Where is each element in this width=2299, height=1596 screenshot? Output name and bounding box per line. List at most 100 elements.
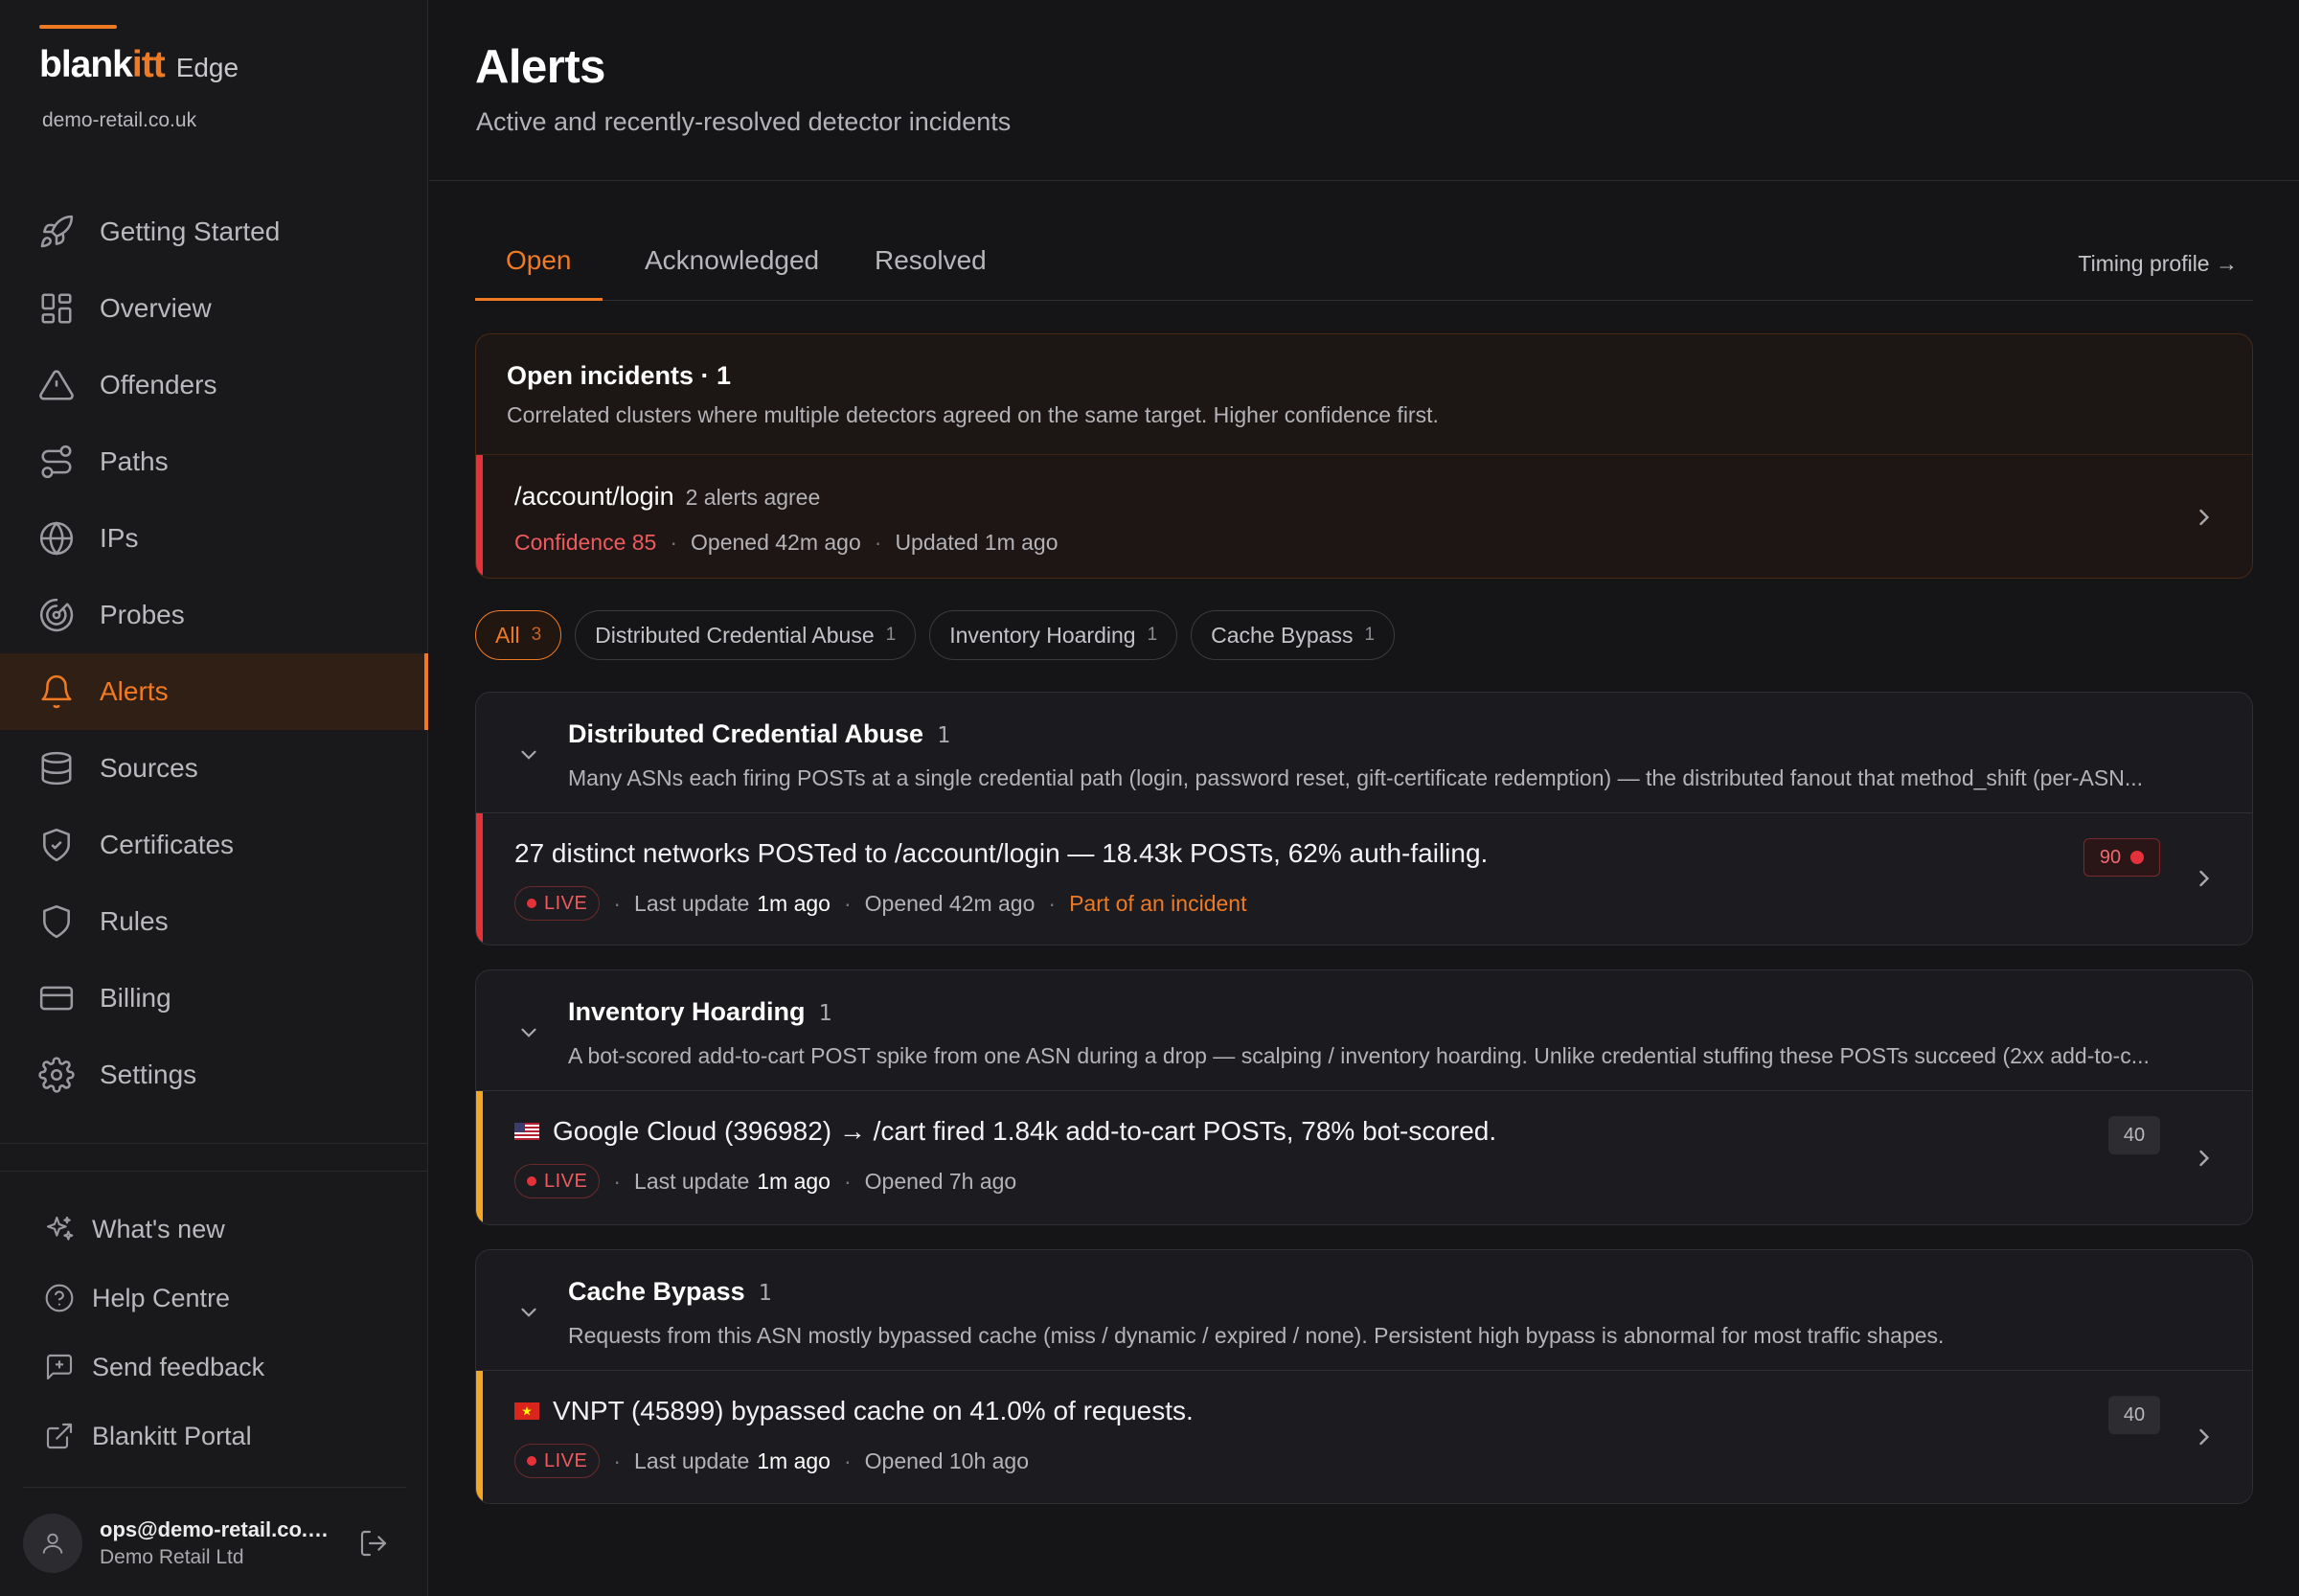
nav-item-ips[interactable]: IPs xyxy=(0,500,428,577)
group-title: Inventory Hoarding 1 xyxy=(568,997,832,1026)
nav-label: Billing xyxy=(100,983,171,1013)
chevron-right-icon[interactable] xyxy=(2191,1145,2218,1172)
filter-chip-all[interactable]: All 3 xyxy=(475,610,562,660)
group-description: Many ASNs each firing POSTs at a single … xyxy=(568,765,2144,790)
sidebar-divider xyxy=(23,1487,406,1488)
filter-chip-cache-bypass[interactable]: Cache Bypass 1 xyxy=(1191,610,1396,660)
alert-row[interactable]: 27 distinct networks POSTed to /account/… xyxy=(476,813,2252,944)
alert-row[interactable]: VNPT (45899) bypassed cache on 41.0% of … xyxy=(476,1371,2252,1503)
incident-confidence: Confidence 85 xyxy=(514,530,657,555)
nav-item-getting-started[interactable]: Getting Started xyxy=(0,194,428,270)
nav-item-billing[interactable]: Billing xyxy=(0,960,428,1037)
bell-icon xyxy=(41,674,72,709)
last-update-label: Last update xyxy=(634,1448,750,1473)
nav-item-settings[interactable]: Settings xyxy=(0,1037,428,1113)
last-update-label: Last update xyxy=(634,1168,750,1194)
score-badge: 40 xyxy=(2108,1396,2160,1434)
chip-count: 1 xyxy=(1147,625,1158,645)
filter-chip-distributed-credential-abuse[interactable]: Distributed Credential Abuse 1 xyxy=(575,610,917,660)
nav-label: Settings xyxy=(100,1060,197,1089)
chip-label: All xyxy=(495,622,520,648)
route-icon xyxy=(41,445,72,479)
severity-bar xyxy=(476,1371,483,1503)
live-dot-icon xyxy=(527,1176,536,1186)
nav-item-offenders[interactable]: Offenders xyxy=(0,347,428,423)
avatar xyxy=(23,1514,82,1573)
live-dot-icon xyxy=(527,899,536,908)
group-count: 1 xyxy=(937,723,950,748)
incident-path: /account/login xyxy=(514,482,674,511)
user-email: ops@demo-retail.co.uk xyxy=(100,1517,330,1541)
incident-link[interactable]: Part of an incident xyxy=(1069,891,1246,917)
chip-label: Distributed Credential Abuse xyxy=(595,622,875,648)
page-title: Alerts xyxy=(475,41,605,93)
brand-logo[interactable]: blankitt Edge xyxy=(39,44,239,86)
nav-item-send-feedback[interactable]: Send feedback xyxy=(0,1333,428,1402)
chevron-down-icon[interactable] xyxy=(516,1300,541,1325)
last-update-value: 1m ago xyxy=(757,1168,831,1194)
nav-item-overview[interactable]: Overview xyxy=(0,270,428,347)
nav-label: Help Centre xyxy=(92,1283,231,1312)
chevron-down-icon[interactable] xyxy=(516,1020,541,1045)
group-header[interactable]: Distributed Credential Abuse 1 Many ASNs … xyxy=(476,693,2252,813)
incident-opened: Opened 42m ago xyxy=(691,530,861,555)
nav-label: Offenders xyxy=(100,370,217,399)
help-circle-icon xyxy=(45,1284,74,1312)
tab-open[interactable]: Open xyxy=(475,245,603,301)
nav-item-sources[interactable]: Sources xyxy=(0,730,428,807)
alert-meta: LIVE · Last update 1m ago · Opened 10h ago xyxy=(514,1444,1029,1478)
live-dot-icon xyxy=(527,1456,536,1466)
vn-flag-icon xyxy=(514,1402,539,1420)
shield-icon xyxy=(43,904,70,939)
message-plus-icon xyxy=(46,1354,73,1380)
nav-label: Send feedback xyxy=(92,1352,265,1381)
live-badge: LIVE xyxy=(514,1444,601,1478)
group-header[interactable]: Cache Bypass 1 Requests from this ASN mos… xyxy=(476,1250,2252,1371)
alert-opened: Opened 42m ago xyxy=(864,890,1036,916)
alert-row[interactable]: Google Cloud (396982) → /cart fired 1.84… xyxy=(476,1091,2252,1224)
incident-row[interactable]: /account/login 2 alerts agree Confidence … xyxy=(476,455,2252,578)
incidents-title: Open incidents · 1 xyxy=(507,361,732,390)
nav-label: Probes xyxy=(100,600,185,629)
nav-item-probes[interactable]: Probes xyxy=(0,577,428,653)
nav-item-alerts[interactable]: Alerts xyxy=(0,653,428,730)
chevron-right-icon[interactable] xyxy=(2191,504,2218,531)
tab-acknowledged[interactable]: Acknowledged xyxy=(614,245,850,301)
alert-title-row: Google Cloud (396982) → /cart fired 1.84… xyxy=(514,1116,1496,1147)
group-count: 1 xyxy=(758,1281,772,1306)
filter-chip-inventory-hoarding[interactable]: Inventory Hoarding 1 xyxy=(929,610,1178,660)
chevron-down-icon[interactable] xyxy=(516,742,541,767)
chip-label: Cache Bypass xyxy=(1211,622,1354,648)
user-icon xyxy=(42,1533,63,1554)
live-badge: LIVE xyxy=(514,1164,601,1198)
page-subtitle: Active and recently-resolved detector in… xyxy=(476,107,1012,136)
header-divider xyxy=(429,180,2299,181)
nav-item-certificates[interactable]: Certificates xyxy=(0,807,428,883)
timing-profile-link[interactable]: Timing profile → xyxy=(2078,251,2238,277)
chevron-right-icon[interactable] xyxy=(2191,865,2218,892)
nav-item-blankitt-portal[interactable]: Blankitt Portal xyxy=(0,1402,428,1471)
external-link-icon xyxy=(46,1423,73,1449)
sidebar-footer-nav: What's new Help Centre Send feedback Bla… xyxy=(0,1195,428,1471)
tab-resolved[interactable]: Resolved xyxy=(844,245,1017,301)
nav-item-help-centre[interactable]: Help Centre xyxy=(0,1264,428,1333)
chevron-right-icon[interactable] xyxy=(2191,1424,2218,1450)
nav-item-whats-new[interactable]: What's new xyxy=(0,1195,428,1264)
alert-title: 27 distinct networks POSTed to /account/… xyxy=(514,838,1489,868)
main-nav: Getting Started Overview Offenders Paths… xyxy=(0,194,428,1113)
nav-label: Overview xyxy=(100,293,212,323)
nav-label: Certificates xyxy=(100,830,235,859)
group-header[interactable]: Inventory Hoarding 1 A bot-scored add-to-… xyxy=(476,970,2252,1091)
site-domain[interactable]: demo-retail.co.uk xyxy=(42,109,196,132)
nav-item-rules[interactable]: Rules xyxy=(0,883,428,960)
severity-bar xyxy=(476,813,483,944)
incident-updated: Updated 1m ago xyxy=(895,530,1058,555)
last-update-value: 1m ago xyxy=(757,890,831,916)
user-profile[interactable]: ops@demo-retail.co.uk Demo Retail Ltd xyxy=(23,1512,406,1575)
credit-card-icon xyxy=(39,986,74,1011)
logout-icon[interactable] xyxy=(358,1528,389,1559)
score-badge: 40 xyxy=(2108,1116,2160,1154)
group-description: Requests from this ASN mostly bypassed c… xyxy=(568,1323,1945,1348)
chip-count: 1 xyxy=(885,625,897,645)
nav-item-paths[interactable]: Paths xyxy=(0,423,428,500)
